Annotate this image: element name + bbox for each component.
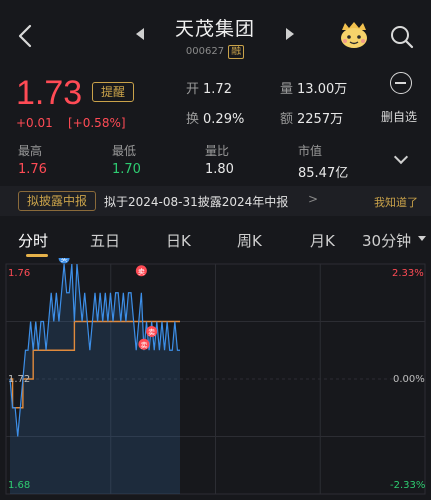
turnover-stat: 换 0.29% [186, 108, 244, 127]
stock-name: 天茂集团 [174, 18, 255, 40]
low-value: 1.70 [112, 162, 141, 177]
ratio-label: 量比 [205, 144, 230, 158]
volume-label: 量 [280, 82, 294, 97]
stock-title-block: 天茂集团 000627 融 [120, 14, 310, 59]
remove-watchlist-icon[interactable] [390, 72, 412, 94]
low-label: 最低 [112, 144, 137, 158]
y-label-bottom: 1.68 [8, 480, 31, 491]
mcap-label: 市值 [298, 144, 323, 158]
high-value: 1.76 [18, 162, 47, 177]
remind-button[interactable]: 提醒 [92, 82, 134, 102]
back-icon[interactable] [14, 22, 38, 50]
price-change: +0.01 [16, 116, 53, 130]
dismiss-banner-button[interactable]: 我知道了 [374, 194, 418, 210]
y-label-top: 1.76 [8, 268, 31, 279]
open-value: 1.72 [203, 82, 232, 97]
tab-daily-k[interactable]: 日K [166, 230, 191, 251]
ratio-value: 1.80 [205, 162, 234, 177]
expand-chevron-icon[interactable] [393, 149, 409, 165]
tab-30min[interactable]: 30分钟 [362, 230, 411, 251]
stock-code: 000627 [185, 46, 225, 57]
search-icon[interactable] [389, 24, 415, 50]
volume-stat: 量 13.00万 [280, 78, 347, 97]
next-stock-icon[interactable] [286, 28, 294, 40]
pct-label-top: 2.33% [392, 268, 424, 279]
pct-label-bottom: -2.33% [390, 480, 426, 491]
header: 天茂集团 000627 融 [0, 0, 431, 68]
banner-tag: 拟披露中报 [18, 191, 96, 211]
intraday-chart[interactable]: 买卖卖卖 1.76 1.72 1.68 2.33% 0.00% -2.33% [0, 252, 431, 500]
margin-tag: 融 [228, 45, 245, 59]
pct-label-mid: 0.00% [393, 374, 425, 385]
tab-monthly-k[interactable]: 月K [310, 230, 335, 251]
high-label: 最高 [18, 144, 43, 158]
trade-marker-label: 卖 [138, 268, 145, 276]
intraday-chart-svg[interactable]: 买卖卖卖 [0, 252, 431, 500]
price-change-pct: [+0.58%] [68, 116, 126, 130]
trade-marker-label: 买 [61, 258, 68, 263]
open-stat: 开 1.72 [186, 78, 232, 97]
current-price: 1.73 [16, 74, 83, 112]
remove-watchlist-button[interactable]: 删自选 [381, 108, 417, 125]
open-label: 开 [186, 82, 200, 97]
amount-stat: 额 2257万 [280, 108, 343, 127]
amount-label: 额 [280, 112, 294, 127]
y-label-mid: 1.72 [8, 374, 31, 385]
mcap-value: 85.47亿 [298, 166, 349, 181]
trade-marker-label: 卖 [148, 329, 155, 337]
tab-five-day[interactable]: 五日 [90, 230, 120, 251]
active-tab-indicator [26, 254, 48, 257]
announcement-banner[interactable]: 拟披露中报 拟于2024-08-31披露2024年中报 > 我知道了 [0, 186, 431, 216]
tab-dropdown-icon[interactable] [418, 236, 426, 241]
tab-intraday[interactable]: 分时 [18, 230, 48, 251]
chart-tabs: 分时 五日 日K 周K 月K 30分钟 [0, 226, 431, 257]
banner-text[interactable]: 拟于2024-08-31披露2024年中报 [104, 193, 288, 210]
tab-weekly-k[interactable]: 周K [237, 230, 262, 251]
turnover-label: 换 [186, 112, 200, 127]
trade-marker-label: 卖 [140, 341, 147, 349]
volume-value: 13.00万 [297, 82, 348, 97]
turnover-value: 0.29% [203, 112, 245, 127]
amount-value: 2257万 [297, 112, 344, 127]
chevron-right-icon: > [308, 192, 319, 206]
mascot-icon[interactable] [338, 20, 370, 50]
